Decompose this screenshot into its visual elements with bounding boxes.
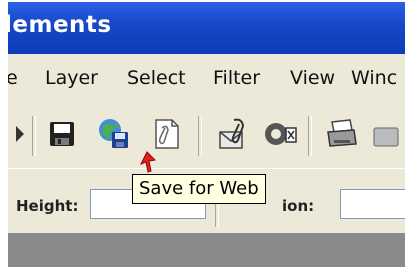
menu-item-select[interactable]: Select <box>127 67 186 89</box>
save-icon[interactable] <box>42 114 82 154</box>
height-label: Height: <box>16 197 79 215</box>
menu-item-filter[interactable]: Filter <box>213 67 260 89</box>
print-icon[interactable] <box>322 114 362 154</box>
mouse-cursor-icon <box>139 151 157 173</box>
workspace-area <box>8 233 405 267</box>
save-for-web-icon[interactable] <box>94 114 134 154</box>
menu-item-layer[interactable]: Layer <box>45 67 98 89</box>
resolution-label: ion: <box>282 197 315 215</box>
menu-item-window[interactable]: Winc <box>351 67 397 89</box>
menu-item-view[interactable]: View <box>290 67 335 89</box>
settings-icon[interactable] <box>260 114 300 154</box>
tooltip: Save for Web <box>132 174 266 204</box>
toolbar-separator <box>308 116 312 156</box>
partial-arrow-icon[interactable] <box>8 114 34 154</box>
toolbar-separator <box>198 116 202 156</box>
window-title: lements <box>8 12 112 38</box>
attach-file-icon[interactable] <box>146 114 186 154</box>
resolution-field[interactable] <box>340 189 405 219</box>
attachment-icon[interactable] <box>214 114 254 154</box>
menu-bar: e Layer Select Filter View Winc <box>8 54 405 107</box>
menu-item-partial[interactable]: e <box>8 67 18 89</box>
partial-toolbar-icon[interactable] <box>368 114 405 154</box>
toolbar <box>8 106 405 168</box>
toolbar-separator <box>32 116 36 156</box>
title-bar[interactable]: lements <box>8 2 405 54</box>
app-window: lements e Layer Select Filter View Winc <box>8 2 405 267</box>
